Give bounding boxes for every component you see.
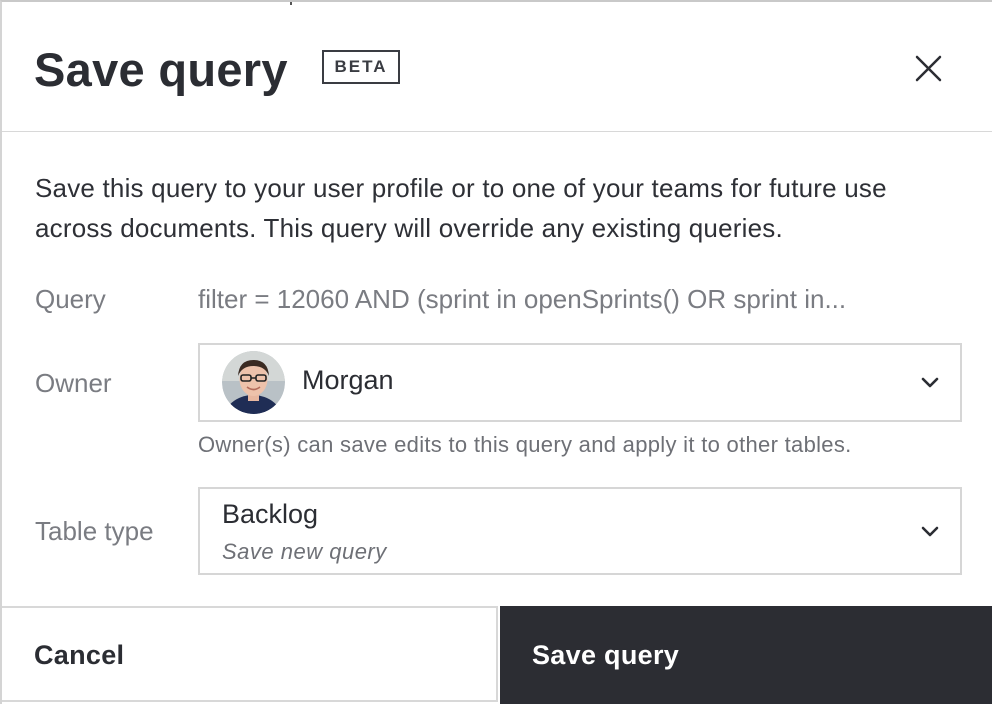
close-icon[interactable] (906, 50, 950, 86)
dialog-title: Save query (34, 43, 288, 96)
table-type-value: Backlog (222, 499, 319, 529)
chevron-down-icon (921, 526, 939, 537)
save-query-button[interactable]: Save query (500, 606, 992, 704)
close-button[interactable] (906, 50, 950, 86)
table-type-label: Table type (35, 516, 154, 546)
dialog-header: Save query BETA (2, 2, 992, 132)
cancel-button[interactable]: Cancel (2, 606, 498, 702)
owner-select[interactable]: Morgan (198, 343, 962, 422)
save-query-dialog: Save query BETA Save this query to your … (0, 0, 992, 704)
save-query-button-label: Save query (532, 640, 680, 670)
table-type-select[interactable]: Backlog Save new query (198, 487, 962, 575)
dialog-footer: Cancel Save query (2, 606, 992, 704)
owner-helper-text: Owner(s) can save edits to this query an… (198, 432, 852, 457)
avatar (222, 351, 285, 414)
owner-label: Owner (35, 368, 112, 398)
owner-name: Morgan (302, 365, 394, 395)
query-value: filter = 12060 AND (sprint in openSprint… (198, 284, 847, 314)
query-label: Query (35, 284, 106, 314)
table-type-subtext: Save new query (222, 539, 387, 564)
cancel-button-label: Cancel (34, 640, 125, 670)
chevron-down-icon (921, 377, 939, 388)
beta-badge: BETA (322, 50, 400, 84)
dialog-description: Save this query to your user profile or … (35, 173, 887, 243)
